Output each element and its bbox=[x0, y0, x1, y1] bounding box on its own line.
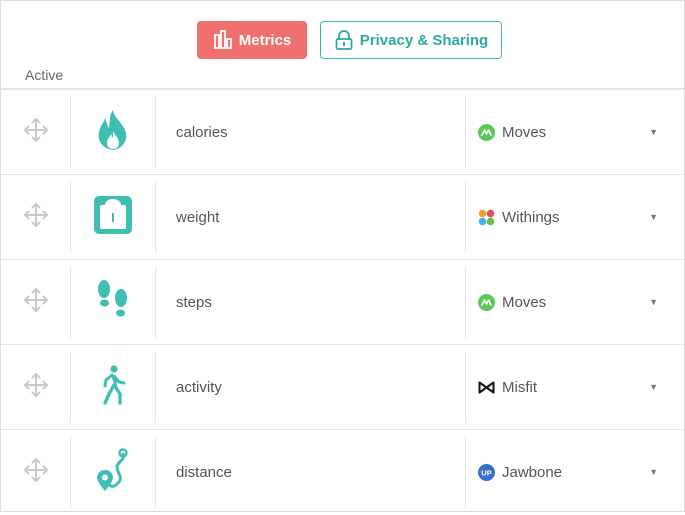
metric-row-calories: calories Moves ▼ bbox=[1, 90, 684, 175]
caret-down-icon: ▼ bbox=[649, 382, 658, 392]
svg-text:UP: UP bbox=[481, 468, 491, 477]
tab-privacy-sharing[interactable]: Privacy & Sharing bbox=[320, 21, 502, 59]
source-select[interactable]: Moves ▼ bbox=[465, 266, 684, 338]
drag-handle[interactable] bbox=[1, 181, 71, 253]
source-name: Misfit bbox=[502, 378, 537, 396]
misfit-logo-icon bbox=[478, 379, 495, 396]
caret-down-icon: ▼ bbox=[649, 467, 658, 477]
route-pin-icon bbox=[96, 447, 130, 497]
flame-icon bbox=[95, 109, 131, 156]
bar-chart-icon bbox=[213, 30, 233, 50]
tab-bar: Metrics Privacy & Sharing bbox=[1, 21, 684, 61]
drag-handle[interactable] bbox=[1, 96, 71, 168]
source-name: Withings bbox=[502, 208, 560, 226]
move-arrows-icon bbox=[22, 116, 50, 149]
section-label-active: Active bbox=[25, 67, 64, 83]
tab-metrics-label: Metrics bbox=[238, 31, 292, 49]
source-name: Moves bbox=[502, 123, 547, 141]
metrics-list: calories Moves ▼ weight Withings ▼ steps… bbox=[1, 90, 684, 515]
metric-row-distance: distance UP Jawbone ▼ bbox=[1, 430, 684, 515]
source-select[interactable]: Misfit ▼ bbox=[465, 351, 684, 423]
moves-logo-icon bbox=[478, 293, 495, 311]
metric-name: activity bbox=[176, 379, 222, 396]
metric-row-activity: activity Misfit ▼ bbox=[1, 345, 684, 430]
caret-down-icon: ▼ bbox=[649, 212, 658, 222]
move-arrows-icon bbox=[22, 286, 50, 319]
withings-logo-icon bbox=[478, 209, 495, 226]
jawbone-logo-icon: UP bbox=[478, 463, 495, 481]
metric-name: weight bbox=[176, 209, 220, 226]
footprints-icon bbox=[96, 279, 130, 326]
caret-down-icon: ▼ bbox=[649, 297, 658, 307]
source-name: Moves bbox=[502, 293, 547, 311]
move-arrows-icon bbox=[22, 201, 50, 234]
move-arrows-icon bbox=[22, 456, 50, 489]
metric-name: calories bbox=[176, 124, 228, 141]
drag-handle[interactable] bbox=[1, 266, 71, 338]
source-select[interactable]: UP Jawbone ▼ bbox=[465, 436, 684, 508]
metric-row-steps: steps Moves ▼ bbox=[1, 260, 684, 345]
move-arrows-icon bbox=[22, 371, 50, 404]
scale-icon bbox=[94, 195, 132, 239]
metric-name: steps bbox=[176, 294, 212, 311]
walking-person-icon bbox=[99, 364, 127, 410]
tab-metrics[interactable]: Metrics bbox=[197, 21, 307, 59]
metrics-panel: Metrics Privacy & Sharing Active calorie… bbox=[0, 0, 685, 512]
source-select[interactable]: Moves ▼ bbox=[465, 96, 684, 168]
lock-icon bbox=[334, 30, 354, 50]
source-name: Jawbone bbox=[502, 463, 563, 481]
caret-down-icon: ▼ bbox=[649, 127, 658, 137]
source-select[interactable]: Withings ▼ bbox=[465, 181, 684, 253]
metric-name: distance bbox=[176, 464, 232, 481]
drag-handle[interactable] bbox=[1, 436, 71, 508]
drag-handle[interactable] bbox=[1, 351, 71, 423]
tab-privacy-label: Privacy & Sharing bbox=[359, 31, 489, 49]
moves-logo-icon bbox=[478, 123, 495, 141]
metric-row-weight: weight Withings ▼ bbox=[1, 175, 684, 260]
